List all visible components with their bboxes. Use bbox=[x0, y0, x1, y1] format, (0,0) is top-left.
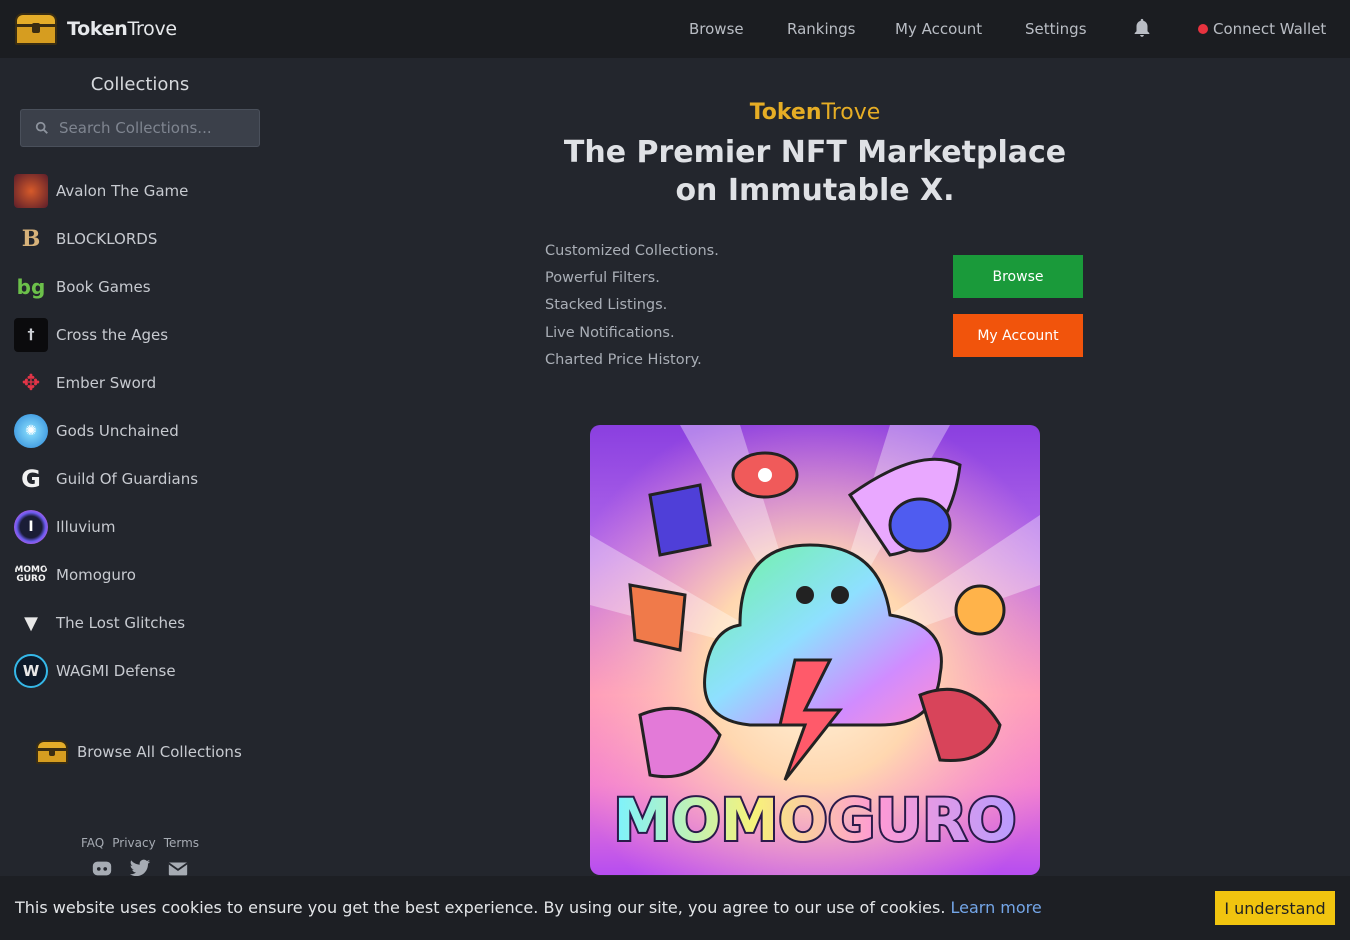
sidebar-item-gods-unchained[interactable]: ✺ Gods Unchained bbox=[14, 413, 179, 449]
sidebar-item-label: WAGMI Defense bbox=[56, 662, 176, 680]
sidebar-item-ember-sword[interactable]: ✥ Ember Sword bbox=[14, 365, 156, 401]
book-games-icon: bg bbox=[16, 275, 46, 299]
sidebar-item-label: Ember Sword bbox=[56, 374, 157, 392]
blocklords-icon: B bbox=[21, 226, 41, 252]
faq-link[interactable]: FAQ bbox=[81, 836, 104, 850]
learn-more-link[interactable]: Learn more bbox=[950, 898, 1041, 917]
search-box bbox=[20, 109, 260, 147]
cross-the-ages-icon: † bbox=[14, 318, 48, 352]
momoguro-showcase-image[interactable]: MOMOGURO bbox=[590, 425, 1040, 875]
cookie-message: This website uses cookies to ensure you … bbox=[15, 898, 1042, 917]
browse-all-label: Browse All Collections bbox=[77, 743, 242, 761]
sidebar-item-label: Momoguro bbox=[56, 566, 136, 584]
feature-item: Customized Collections. bbox=[545, 243, 719, 259]
nav-my-account[interactable]: My Account bbox=[895, 0, 982, 58]
sidebar-item-blocklords[interactable]: B BLOCKLORDS bbox=[14, 221, 158, 257]
search-collections-input[interactable] bbox=[59, 119, 249, 137]
lost-glitches-icon: ▼ bbox=[24, 612, 38, 634]
accept-cookies-button[interactable]: I understand bbox=[1215, 891, 1335, 925]
sidebar-item-guild-of-guardians[interactable]: G Guild Of Guardians bbox=[14, 461, 198, 497]
feature-item: Stacked Listings. bbox=[545, 297, 668, 314]
sidebar-item-label: Illuvium bbox=[56, 518, 116, 536]
momoguro-artwork: MOMOGURO bbox=[590, 425, 1040, 875]
terms-link[interactable]: Terms bbox=[164, 836, 199, 850]
sidebar-item-the-lost-glitches[interactable]: ▼ The Lost Glitches bbox=[14, 605, 185, 641]
sidebar-item-cross-the-ages[interactable]: † Cross the Ages bbox=[14, 317, 168, 353]
sidebar-item-label: Cross the Ages bbox=[56, 326, 169, 344]
feature-item: Live Notifications. bbox=[545, 324, 675, 341]
illuvium-icon: I bbox=[14, 510, 48, 544]
brand-name: TokenTrove bbox=[67, 18, 177, 40]
hero-brand: TokenTrove bbox=[749, 100, 881, 125]
wagmi-defense-icon: W bbox=[14, 654, 48, 688]
nav-rankings[interactable]: Rankings bbox=[787, 0, 856, 58]
cookie-banner: This website uses cookies to ensure you … bbox=[0, 876, 1350, 940]
sidebar-item-wagmi-defense[interactable]: W WAGMI Defense bbox=[14, 653, 176, 689]
bell-icon[interactable] bbox=[1131, 17, 1153, 39]
sidebar-title: Collections bbox=[90, 74, 190, 95]
nav-browse[interactable]: Browse bbox=[689, 0, 744, 58]
browse-button[interactable]: Browse bbox=[953, 255, 1083, 298]
nav-settings[interactable]: Settings bbox=[1025, 0, 1087, 58]
sidebar-item-label: Avalon The Game bbox=[56, 182, 189, 200]
collections-sidebar: Collections Avalon The Game B BLOCKLORDS… bbox=[0, 58, 280, 940]
social-links bbox=[91, 858, 189, 878]
connect-wallet-label: Connect Wallet bbox=[1213, 20, 1327, 38]
feature-list: Customized Collections. Powerful Filters… bbox=[545, 238, 719, 374]
treasure-chest-icon bbox=[36, 740, 68, 764]
privacy-link[interactable]: Privacy bbox=[112, 836, 155, 850]
treasure-chest-logo-icon bbox=[15, 13, 57, 45]
sidebar-item-label: Guild Of Guardians bbox=[56, 470, 199, 488]
email-icon[interactable] bbox=[167, 858, 189, 878]
sidebar-item-label: BLOCKLORDS bbox=[56, 230, 158, 248]
top-navbar: TokenTrove Browse Rankings My Account Se… bbox=[0, 0, 1350, 58]
my-account-button[interactable]: My Account bbox=[953, 314, 1083, 357]
gods-unchained-icon: ✺ bbox=[14, 414, 48, 448]
sidebar-item-momoguro[interactable]: MOMO GURO Momoguro bbox=[14, 557, 136, 593]
sidebar-item-label: Book Games bbox=[56, 278, 151, 296]
twitter-icon[interactable] bbox=[129, 858, 151, 878]
hero-title: The Premier NFT Marketplace on Immutable… bbox=[563, 135, 1067, 208]
sidebar-item-label: Gods Unchained bbox=[56, 422, 179, 440]
sidebar-item-label: The Lost Glitches bbox=[56, 614, 186, 632]
feature-item: Charted Price History. bbox=[545, 351, 702, 368]
browse-all-collections-link[interactable]: Browse All Collections bbox=[36, 740, 242, 764]
ember-sword-icon: ✥ bbox=[21, 370, 41, 396]
logo-link[interactable]: TokenTrove bbox=[15, 13, 177, 45]
search-icon bbox=[35, 121, 48, 134]
feature-item: Powerful Filters. bbox=[545, 270, 660, 287]
sidebar-item-illuvium[interactable]: I Illuvium bbox=[14, 509, 115, 545]
sidebar-item-book-games[interactable]: bg Book Games bbox=[14, 269, 151, 305]
wallet-status-dot bbox=[1198, 24, 1208, 34]
guild-of-guardians-icon: G bbox=[21, 465, 41, 493]
discord-icon[interactable] bbox=[91, 858, 113, 878]
momoguro-logo-text: MOMOGURO bbox=[614, 786, 1017, 854]
footer-links: FAQ Privacy Terms bbox=[81, 836, 199, 850]
cookie-text: This website uses cookies to ensure you … bbox=[15, 898, 951, 917]
avalon-icon bbox=[14, 174, 48, 208]
connect-wallet-button[interactable]: Connect Wallet bbox=[1198, 0, 1326, 58]
sidebar-item-avalon-the-game[interactable]: Avalon The Game bbox=[14, 173, 188, 209]
momoguro-icon: MOMO GURO bbox=[14, 565, 48, 584]
